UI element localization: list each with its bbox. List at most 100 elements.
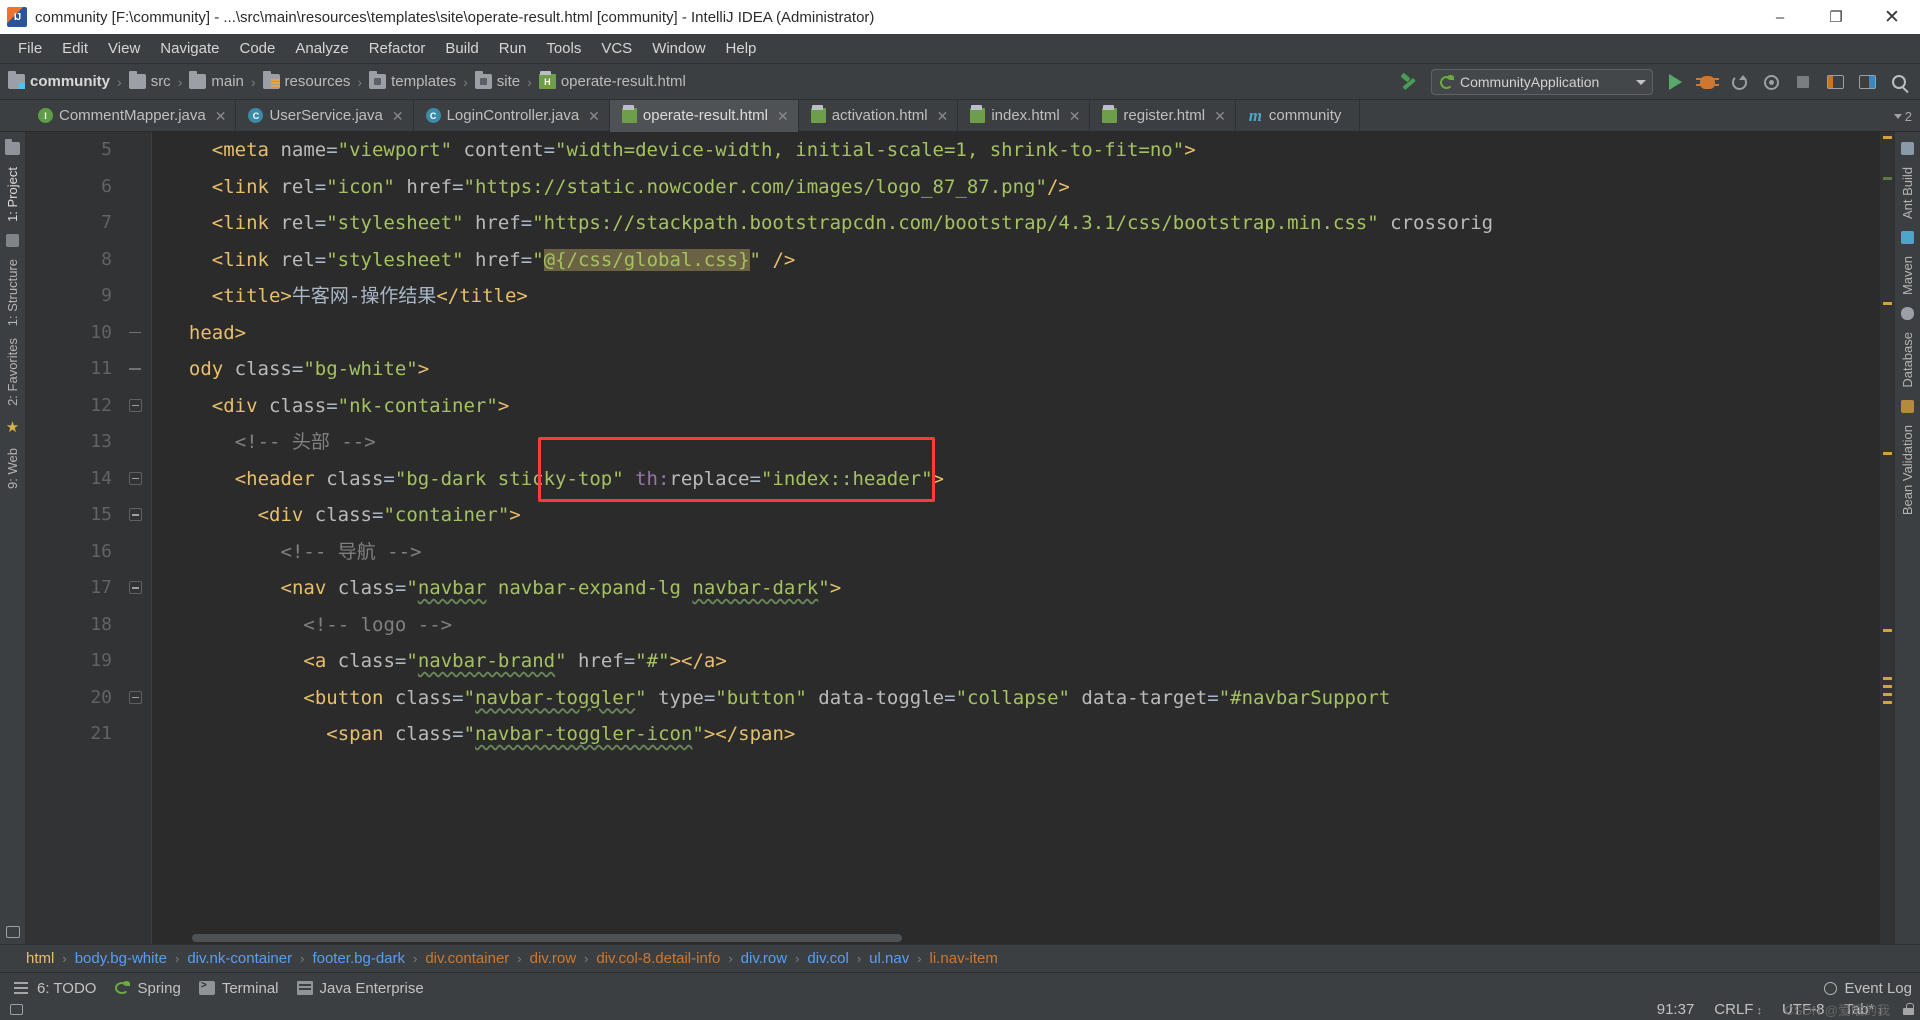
debug-button[interactable] [1692, 68, 1722, 96]
breadcrumb-item-templates[interactable]: templates [369, 71, 456, 90]
structure-icon[interactable] [6, 233, 19, 247]
minimize-button[interactable]: – [1752, 0, 1808, 34]
menu-code[interactable]: Code [229, 38, 285, 59]
code-line[interactable]: 7 <link rel="stylesheet" href="https://st… [26, 205, 1894, 242]
run-button[interactable] [1660, 68, 1690, 96]
layout-left-button[interactable] [1820, 68, 1850, 96]
code-fold-toggle[interactable] [129, 398, 142, 412]
tab-close-icon[interactable]: ✕ [588, 109, 600, 123]
code-fold-toggle[interactable] [129, 690, 142, 704]
coverage-button[interactable] [1756, 68, 1786, 96]
project-icon[interactable] [5, 139, 20, 155]
favorites-star-icon[interactable]: ★ [6, 418, 19, 436]
menu-view[interactable]: View [98, 38, 150, 59]
sidebar-item-structure[interactable]: 1: Structure [5, 253, 20, 332]
breadcrumb-item-operate-result[interactable]: operate-result.html [538, 71, 686, 90]
code-fold-toggle[interactable] [129, 326, 142, 339]
code-line[interactable]: 13 <!-- 头部 --> [26, 424, 1894, 461]
element-path-item[interactable]: div.row [530, 950, 576, 967]
code-line[interactable]: 9 <title>牛客网-操作结果</title> [26, 278, 1894, 315]
tab-community-maven[interactable]: community [1236, 100, 1361, 131]
code-fold-toggle[interactable] [129, 581, 142, 594]
rerun-button[interactable] [1724, 68, 1754, 96]
menu-file[interactable]: File [8, 38, 52, 59]
element-path-item[interactable]: div.col-8.detail-info [596, 950, 720, 967]
tab-index-html[interactable]: index.html ✕ [958, 100, 1091, 131]
tab-close-icon[interactable]: ✕ [1214, 109, 1226, 123]
status-button-spring[interactable]: Spring [110, 980, 194, 997]
element-path-item[interactable]: ul.nav [869, 950, 909, 967]
status-button-java-enterprise[interactable]: Java Enterprise [293, 980, 438, 997]
tab-operate-result-html[interactable]: operate-result.html ✕ [609, 100, 799, 132]
menu-vcs[interactable]: VCS [591, 38, 642, 59]
code-line[interactable]: 16 <!-- 导航 --> [26, 534, 1894, 571]
menu-window[interactable]: Window [642, 38, 715, 59]
caret-position[interactable]: 91:37 [1657, 1001, 1695, 1018]
code-fold-toggle[interactable] [129, 362, 142, 375]
menu-build[interactable]: Build [435, 38, 488, 59]
code-line[interactable]: 17 <nav class="navbar navbar-expand-lg na… [26, 570, 1894, 607]
code-fold-toggle[interactable] [129, 471, 142, 485]
sidebar-item-maven[interactable]: Maven [1900, 250, 1915, 301]
sidebar-item-project[interactable]: 1: Project [5, 161, 20, 228]
database-icon[interactable] [1901, 307, 1914, 321]
editor-marker-bar[interactable] [1880, 132, 1894, 944]
bean-validation-icon[interactable] [1901, 399, 1914, 413]
status-button-terminal[interactable]: Terminal [195, 980, 293, 997]
element-path-item[interactable]: body.bg-white [75, 950, 167, 967]
sidebar-item-ant-build[interactable]: Ant Build [1900, 161, 1915, 225]
breadcrumb-item-community[interactable]: community [8, 71, 110, 90]
tab-comment-mapper-java[interactable]: CommentMapper.java ✕ [26, 100, 237, 131]
code-line[interactable]: 8 <link rel="stylesheet" href="@{/css/glo… [26, 242, 1894, 279]
code-line[interactable]: 15 <div class="container"> [26, 497, 1894, 534]
tab-close-icon[interactable]: ✕ [392, 109, 404, 123]
sidebar-item-favorites[interactable]: 2: Favorites [5, 332, 20, 412]
menu-analyze[interactable]: Analyze [285, 38, 358, 59]
toggle-tool-windows-icon[interactable] [5, 926, 20, 938]
build-project-button[interactable] [1394, 68, 1424, 96]
menu-edit[interactable]: Edit [52, 38, 98, 59]
element-path-item[interactable]: div.nk-container [187, 950, 292, 967]
sidebar-item-database[interactable]: Database [1900, 326, 1915, 394]
code-line[interactable]: 10 head> [26, 315, 1894, 352]
element-path-item[interactable]: div.col [807, 950, 848, 967]
code-fold-toggle[interactable] [129, 508, 142, 521]
code-line[interactable]: 6 <link rel="icon" href="https://static.n… [26, 169, 1894, 206]
status-button-todo[interactable]: 6: TODO [10, 980, 110, 997]
menu-refactor[interactable]: Refactor [359, 38, 436, 59]
tab-login-controller-java[interactable]: LoginController.java ✕ [414, 100, 610, 131]
sidebar-item-web[interactable]: 9: Web [5, 442, 20, 495]
maven-icon[interactable] [1901, 231, 1914, 245]
breadcrumb-item-site[interactable]: site [474, 71, 520, 90]
code-line[interactable]: 21 <span class="navbar-toggler-icon"></sp… [26, 716, 1894, 753]
code-line[interactable]: 20 <button class="navbar-toggler" type="b… [26, 680, 1894, 717]
horizontal-scrollbar[interactable] [152, 932, 1878, 944]
element-path-item[interactable]: footer.bg-dark [312, 950, 405, 967]
menu-help[interactable]: Help [716, 38, 767, 59]
breadcrumb-item-src[interactable]: src [128, 71, 171, 90]
source-code[interactable]: 5 <meta name="viewport" content="width=de… [26, 132, 1894, 944]
code-editor[interactable]: 5 <meta name="viewport" content="width=de… [26, 132, 1894, 944]
run-configuration-selector[interactable]: CommunityApplication [1431, 69, 1653, 95]
code-line[interactable]: 12 <div class="nk-container"> [26, 388, 1894, 425]
menu-run[interactable]: Run [489, 38, 537, 59]
tab-close-icon[interactable]: ✕ [777, 109, 789, 123]
tab-close-icon[interactable]: ✕ [215, 109, 227, 123]
maximize-button[interactable]: ❐ [1808, 0, 1864, 34]
tab-overflow-control[interactable]: 2 [1893, 100, 1916, 132]
tab-activation-html[interactable]: activation.html ✕ [799, 100, 959, 131]
element-path-item[interactable]: html [26, 950, 54, 967]
sidebar-item-bean-validation[interactable]: Bean Validation [1900, 419, 1915, 521]
menu-tools[interactable]: Tools [536, 38, 591, 59]
stop-button[interactable] [1788, 68, 1818, 96]
code-line[interactable]: 18 <!-- logo --> [26, 607, 1894, 644]
toggle-tool-windows-icon[interactable] [10, 1003, 23, 1015]
code-line[interactable]: 11 ody class="bg-white"> [26, 351, 1894, 388]
line-separator[interactable]: CRLF ↕ [1714, 1001, 1762, 1018]
code-line[interactable]: 5 <meta name="viewport" content="width=de… [26, 132, 1894, 169]
close-button[interactable]: ✕ [1864, 0, 1920, 34]
menu-navigate[interactable]: Navigate [150, 38, 229, 59]
event-log-button[interactable]: Event Log [1824, 980, 1912, 997]
tab-close-icon[interactable]: ✕ [1069, 109, 1081, 123]
tab-close-icon[interactable]: ✕ [937, 109, 949, 123]
